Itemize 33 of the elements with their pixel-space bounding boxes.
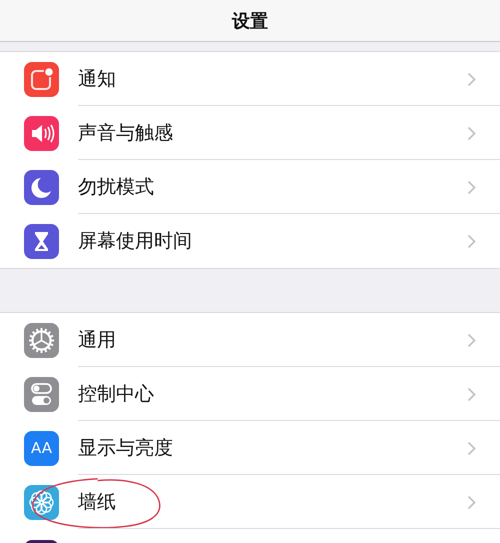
row-label: 控制中心 bbox=[78, 382, 154, 407]
toggle-icon bbox=[24, 376, 59, 412]
chevron-icon bbox=[467, 72, 476, 86]
settings-row[interactable]: 通知 bbox=[0, 52, 500, 106]
settings-row[interactable]: 通用 bbox=[0, 313, 500, 367]
hourglass-icon bbox=[24, 224, 59, 258]
row-label: 墙纸 bbox=[78, 490, 116, 515]
settings-row[interactable]: 墙纸 bbox=[0, 475, 500, 529]
settings-row[interactable]: 声音与触感 bbox=[0, 106, 500, 160]
row-label: 屏幕使用时间 bbox=[78, 229, 192, 254]
flower-icon bbox=[24, 484, 59, 520]
settings-row[interactable]: 勿扰模式 bbox=[0, 160, 500, 214]
notification-icon bbox=[24, 62, 59, 96]
row-label: 勿扰模式 bbox=[78, 175, 154, 200]
chevron-icon bbox=[467, 126, 476, 140]
settings-row[interactable]: 屏幕使用时间 bbox=[0, 214, 500, 268]
row-label: 通用 bbox=[78, 328, 116, 353]
chevron-icon bbox=[467, 440, 476, 456]
chevron-icon bbox=[467, 180, 476, 194]
window-title: 设置 bbox=[232, 10, 268, 32]
chevron-icon bbox=[467, 386, 476, 402]
text-size-icon: AA bbox=[24, 430, 59, 466]
settings-icon bbox=[24, 322, 59, 358]
chevron-icon bbox=[467, 494, 476, 510]
row-label: 声音与触感 bbox=[78, 121, 173, 146]
row-label: 通知 bbox=[78, 67, 116, 92]
moon-icon bbox=[24, 170, 59, 204]
settings-row[interactable]: AA 显示与亮度 bbox=[0, 421, 500, 475]
row-label: 显示与亮度 bbox=[78, 436, 173, 461]
speaker-icon bbox=[24, 116, 59, 150]
settings-row[interactable]: 控制中心 bbox=[0, 367, 500, 421]
chevron-icon bbox=[467, 234, 476, 248]
chevron-icon bbox=[467, 332, 476, 348]
